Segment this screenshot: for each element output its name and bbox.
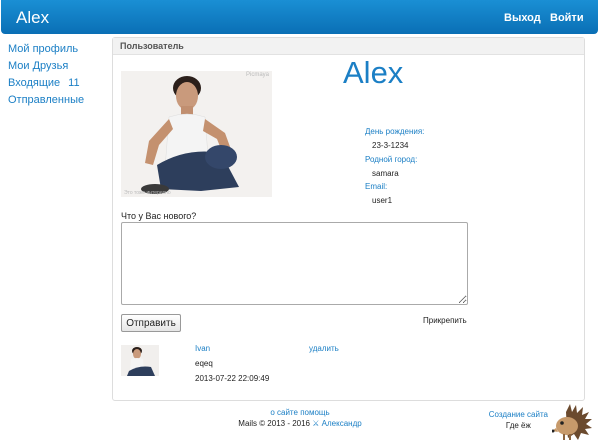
site-maker-text: Где ёж bbox=[505, 421, 531, 430]
brand-title[interactable]: Alex bbox=[16, 8, 49, 28]
email-value: user1 bbox=[372, 196, 393, 205]
sidebar-item-friends[interactable]: Мои Друзья bbox=[8, 58, 108, 75]
hedgehog-icon[interactable] bbox=[551, 404, 592, 442]
sidebar: Мой профиль Мои Друзья Входящие 11 Отправ… bbox=[8, 41, 108, 109]
login-link[interactable]: Войти bbox=[550, 12, 584, 24]
birthday-value: 23-3-1234 bbox=[372, 141, 409, 150]
sidebar-item-inbox[interactable]: Входящие 11 bbox=[8, 75, 108, 92]
site-creation-link[interactable]: Создание сайта bbox=[489, 409, 548, 420]
photo-caption: Это тоже интересно bbox=[124, 190, 171, 196]
post-text: eqeq bbox=[195, 359, 213, 368]
user-panel: Пользователь Picmaya Это тоже интересно … bbox=[112, 37, 585, 401]
footer-about-link[interactable]: о сайте bbox=[270, 408, 298, 417]
top-navbar: Alex Выход Войти bbox=[1, 0, 598, 34]
post-avatar[interactable] bbox=[121, 345, 159, 376]
attach-link[interactable]: Прикрепить bbox=[423, 316, 467, 325]
city-label: Родной город: bbox=[365, 155, 418, 164]
profile-photo: Picmaya Это тоже интересно bbox=[121, 71, 272, 197]
sidebar-item-profile[interactable]: Мой профиль bbox=[8, 41, 108, 58]
birthday-label: День рождения: bbox=[365, 127, 425, 136]
author-mark-icon: ⚔ bbox=[312, 419, 320, 428]
inbox-count-badge: 11 bbox=[68, 77, 80, 89]
copyright-text: Mails © 2013 - 2016 bbox=[238, 419, 311, 428]
logout-link[interactable]: Выход bbox=[504, 12, 541, 24]
photo-watermark: Picmaya bbox=[245, 72, 269, 78]
post-delete-link[interactable]: удалить bbox=[309, 344, 339, 353]
status-textarea[interactable] bbox=[121, 222, 468, 305]
status-question: Что у Вас нового? bbox=[121, 211, 197, 221]
city-value: samara bbox=[372, 169, 399, 178]
sidebar-item-sent[interactable]: Отправленные bbox=[8, 92, 108, 109]
sidebar-item-label: Входящие bbox=[8, 77, 61, 89]
footer-author-link[interactable]: Александр bbox=[322, 419, 362, 428]
profile-name: Alex bbox=[343, 55, 404, 90]
panel-title: Пользователь bbox=[113, 38, 584, 55]
post-author-link[interactable]: Ivan bbox=[195, 344, 210, 353]
email-label: Email: bbox=[365, 182, 388, 191]
footer-help-link[interactable]: помощь bbox=[300, 408, 329, 417]
post-date: 2013-07-22 22:09:49 bbox=[195, 374, 270, 383]
send-button[interactable]: Отправить bbox=[121, 314, 181, 332]
site-maker: Создание сайта Где ёж bbox=[489, 409, 548, 431]
